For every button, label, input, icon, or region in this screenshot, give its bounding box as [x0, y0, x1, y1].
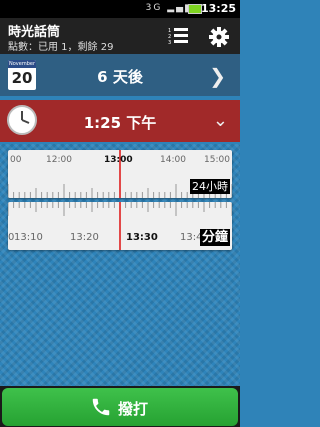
app-bar: 時光話筒 點數：已用 1，剩餘 29 1 2 3 [0, 18, 240, 54]
hour-tick-label: 14:00 [160, 155, 186, 165]
time-label: 1:25 下午 [83, 114, 157, 132]
hour-tick-label-selected: 13:00 [104, 155, 133, 165]
numbered-list-icon: 1 2 3 [168, 28, 188, 46]
svg-text:3: 3 [168, 40, 171, 46]
numbered-list-button[interactable]: 1 2 3 [168, 26, 190, 46]
status-clock: 13:25 [200, 2, 236, 15]
date-label: 6 天後 [97, 68, 143, 86]
chevron-down-icon: ⌄ [212, 110, 228, 131]
minute-tick-label: 13:10 [14, 232, 43, 243]
minute-tick-label-selected: 13:30 [126, 232, 158, 243]
status-bar: 3G ▂▄▆ 13:25 [0, 0, 240, 18]
gear-icon [209, 27, 229, 47]
time-picker-row[interactable]: 1:25 下午 ⌄ [0, 100, 240, 142]
call-button[interactable]: 撥打 [2, 388, 238, 426]
credits-text: 點數：已用 1，剩餘 29 [8, 42, 114, 53]
hour-tick-label: 15:00 [204, 155, 230, 165]
minute-ruler[interactable]: 0 13:10 13:20 13:30 13:40 分鐘 [8, 202, 232, 250]
phone-icon [92, 398, 110, 416]
date-picker-row[interactable]: November 20 6 天後 ❯ [0, 54, 240, 96]
hour-tick-label: 00 [10, 155, 22, 165]
hour-ruler[interactable]: 00 12:00 13:00 14:00 15:00 24小時 [8, 150, 232, 198]
minute-tick-label: 13:20 [70, 232, 99, 243]
minute-unit-label: 分鐘 [199, 229, 230, 246]
call-bar: 撥打 [0, 386, 240, 427]
signal-icons: 3G ▂▄▆ [145, 3, 194, 13]
settings-button[interactable] [208, 26, 230, 48]
battery-icon [188, 4, 202, 14]
time-ruler-area: 00 12:00 13:00 14:00 15:00 24小時 0 13:10 … [0, 144, 240, 386]
call-button-label: 撥打 [118, 400, 149, 418]
hour-tick-label: 12:00 [46, 155, 72, 165]
hour-unit-label: 24小時 [190, 179, 230, 194]
minute-ruler-scale: 0 13:10 13:20 13:30 13:40 [8, 202, 232, 250]
chevron-right-icon: ❯ [209, 64, 226, 88]
